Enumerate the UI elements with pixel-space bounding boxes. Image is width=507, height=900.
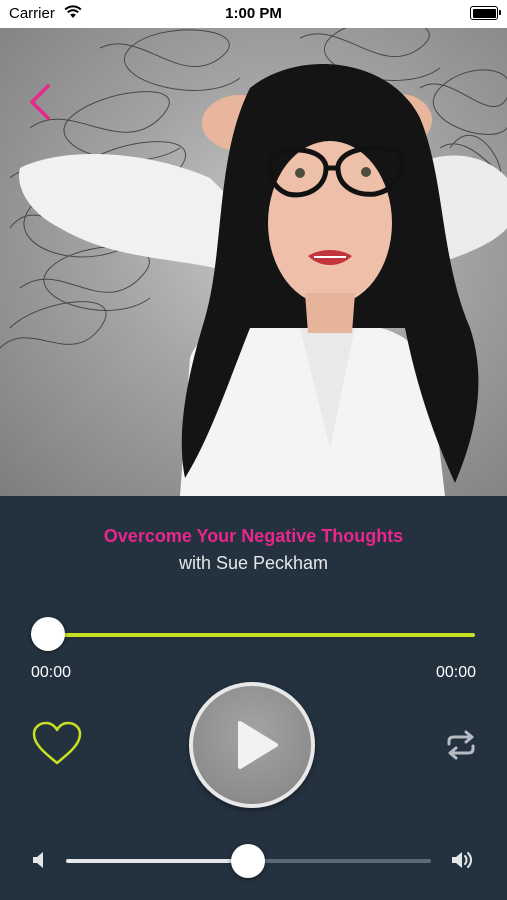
total-time: 00:00 — [435, 664, 476, 681]
volume-track-filled[interactable] — [66, 859, 248, 863]
favorite-button[interactable] — [31, 720, 83, 768]
back-button[interactable] — [26, 82, 56, 122]
progress-thumb[interactable] — [31, 617, 65, 651]
chevron-left-icon — [30, 84, 50, 120]
player-panel: Overcome Your Negative Thoughts with Sue… — [0, 496, 507, 900]
heart-icon — [32, 721, 82, 765]
play-icon — [238, 721, 278, 769]
progress-track[interactable] — [48, 633, 475, 637]
status-time: 1:00 PM — [225, 5, 282, 22]
battery-icon — [470, 6, 501, 20]
repeat-icon — [447, 730, 475, 760]
repeat-button[interactable] — [444, 730, 478, 760]
volume-track-remaining[interactable] — [248, 859, 431, 863]
volume-thumb[interactable] — [231, 844, 265, 878]
elapsed-time: 00:00 — [31, 664, 72, 681]
volume-high-icon — [452, 852, 472, 868]
hero-image — [0, 28, 507, 496]
status-bar: Carrier 1:00 PM — [0, 0, 507, 28]
play-button[interactable] — [189, 682, 315, 808]
track-subtitle: with Sue Peckham — [178, 553, 329, 573]
woman-with-glasses-illustration — [0, 28, 507, 496]
track-title: Overcome Your Negative Thoughts — [103, 526, 404, 546]
volume-low-icon — [33, 852, 43, 868]
